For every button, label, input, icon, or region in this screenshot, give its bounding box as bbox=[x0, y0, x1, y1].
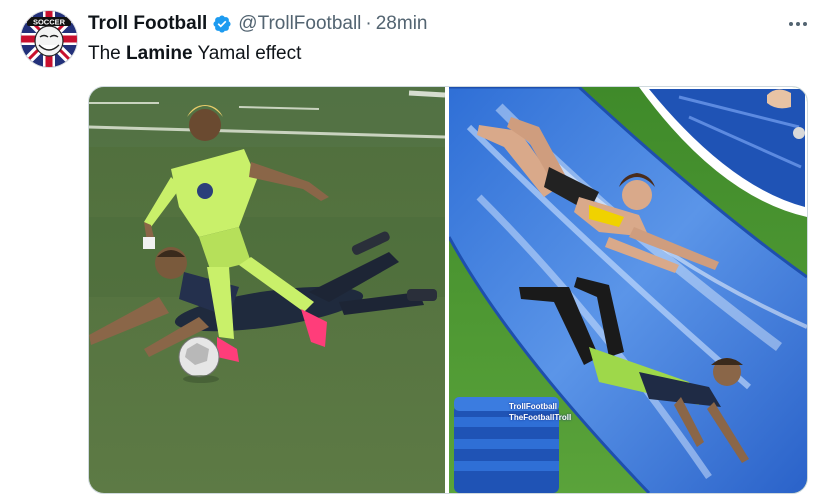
football-tackle-photo bbox=[89, 87, 445, 493]
media-image-right[interactable]: TrollFootball TheFootballTroll bbox=[449, 87, 807, 493]
more-dot bbox=[796, 22, 800, 26]
water-slide-photo bbox=[449, 87, 807, 493]
separator-dot: · bbox=[365, 13, 372, 34]
avatar[interactable]: SOCCER bbox=[20, 10, 78, 68]
tweet-media[interactable]: TrollFootball TheFootballTroll bbox=[88, 86, 808, 494]
user-handle[interactable]: @TrollFootball bbox=[238, 13, 361, 35]
tweet-header: Troll Football @TrollFootball · 28min bbox=[88, 12, 427, 36]
tweet-text-bold: Lamine bbox=[126, 43, 193, 64]
display-name[interactable]: Troll Football bbox=[88, 13, 207, 35]
tweet-text-end: Yamal effect bbox=[192, 43, 302, 64]
tweet-text-start: The bbox=[88, 43, 127, 64]
verified-badge-icon[interactable] bbox=[212, 14, 232, 34]
more-dot bbox=[789, 22, 793, 26]
media-image-left[interactable] bbox=[89, 87, 445, 493]
tweet-text: The Lamine Yamal effect bbox=[88, 43, 301, 65]
watermark-line-2: TheFootballTroll bbox=[509, 413, 572, 422]
avatar-union-jack-troll-image: SOCCER bbox=[21, 11, 77, 67]
media-watermark: TrollFootball TheFootballTroll bbox=[509, 401, 571, 423]
more-dot bbox=[803, 22, 807, 26]
watermark-line-1: TrollFootball bbox=[509, 402, 557, 411]
timestamp[interactable]: 28min bbox=[376, 13, 428, 35]
more-options-icon[interactable] bbox=[782, 10, 814, 38]
tweet-card: SOCCER Troll Football @TrollFootball · 2… bbox=[0, 0, 834, 503]
avatar-label: SOCCER bbox=[33, 18, 66, 27]
